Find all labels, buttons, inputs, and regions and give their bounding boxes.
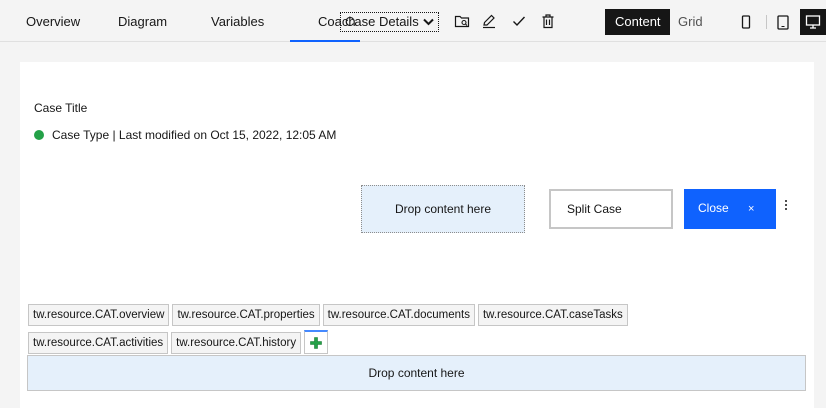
divider — [766, 15, 767, 29]
split-case-button[interactable]: Split Case — [549, 189, 673, 229]
edit-icon[interactable] — [479, 11, 499, 31]
tab-activities-resource[interactable]: tw.resource.CAT.activities — [28, 332, 169, 354]
coach-select[interactable]: Case Details — [340, 12, 439, 32]
tab-variables[interactable]: Variables — [211, 0, 264, 42]
split-case-label: Split Case — [567, 202, 622, 216]
status-dot-icon — [34, 130, 44, 140]
overflow-menu-icon[interactable] — [783, 200, 789, 216]
tab-overview[interactable]: Overview — [26, 0, 80, 42]
close-button[interactable]: Close × — [684, 189, 776, 229]
coach-select-value: Case Details — [345, 14, 419, 29]
desktop-icon[interactable] — [800, 9, 826, 35]
tab-casetasks-resource[interactable]: tw.resource.CAT.caseTasks — [477, 304, 628, 326]
top-toolbar: Overview Diagram Variables Coach Case De… — [0, 0, 826, 42]
tablet-icon[interactable] — [770, 9, 796, 35]
tabs-row-1: tw.resource.CAT.overview tw.resource.CAT… — [28, 304, 628, 326]
kebab-dot — [785, 204, 787, 206]
tab-documents-resource[interactable]: tw.resource.CAT.documents — [322, 304, 475, 326]
plus-icon — [310, 336, 322, 349]
folder-preview-icon[interactable] — [452, 11, 472, 31]
close-label: Close — [698, 201, 729, 215]
close-icon: × — [748, 203, 755, 215]
case-meta-text: Case Type | Last modified on Oct 15, 202… — [52, 128, 337, 142]
coach-canvas: Case Title Case Type | Last modified on … — [20, 62, 814, 408]
drop-zone-top-label: Drop content here — [394, 202, 492, 216]
kebab-dot — [785, 208, 787, 210]
tab-overview-resource[interactable]: tw.resource.CAT.overview — [28, 304, 170, 326]
case-title: Case Title — [34, 101, 88, 115]
trash-icon[interactable] — [538, 11, 558, 31]
tab-history-resource[interactable]: tw.resource.CAT.history — [171, 332, 302, 354]
tabs-row-2: tw.resource.CAT.activities tw.resource.C… — [28, 330, 329, 354]
drop-zone-bottom-label: Drop content here — [368, 366, 465, 380]
kebab-dot — [785, 200, 787, 202]
checkmark-icon[interactable] — [509, 11, 529, 31]
tab-diagram[interactable]: Diagram — [118, 0, 167, 42]
mobile-icon[interactable] — [733, 9, 759, 35]
tab-properties-resource[interactable]: tw.resource.CAT.properties — [172, 304, 320, 326]
view-toggle: Content Grid — [605, 9, 713, 35]
view-content-button[interactable]: Content — [605, 9, 670, 35]
drop-zone-top[interactable]: Drop content here — [361, 185, 525, 233]
view-grid-button[interactable]: Grid — [670, 9, 713, 35]
case-meta: Case Type | Last modified on Oct 15, 202… — [34, 128, 336, 142]
add-tab-button[interactable] — [304, 330, 329, 354]
drop-zone-bottom[interactable]: Drop content here — [27, 355, 806, 391]
chevron-down-icon — [422, 13, 434, 31]
